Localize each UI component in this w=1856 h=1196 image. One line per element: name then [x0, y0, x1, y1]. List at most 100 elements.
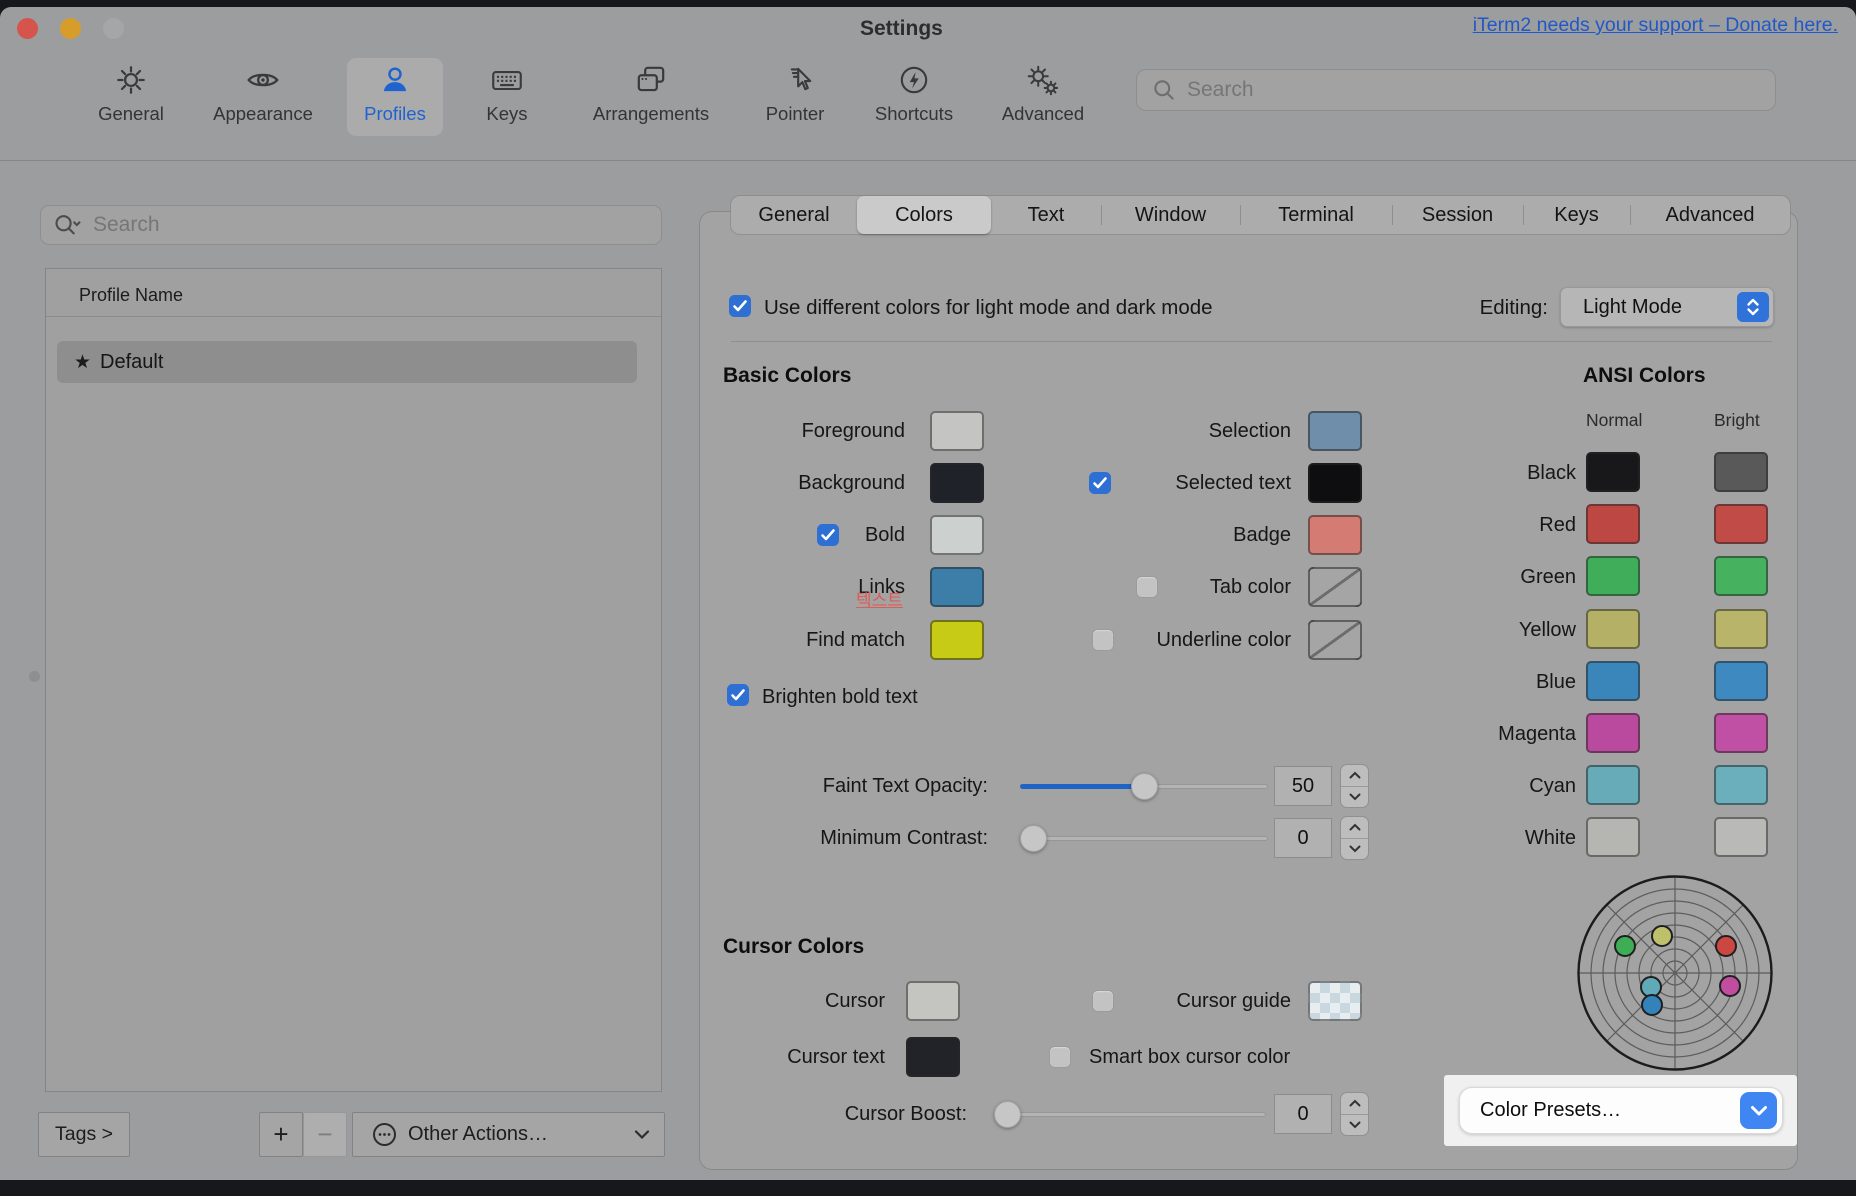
cursor-boost-knob[interactable]	[994, 1101, 1021, 1128]
ansi-label-red: Red	[1420, 515, 1576, 535]
tab-text[interactable]: Text	[991, 196, 1101, 234]
minimize-button[interactable]	[60, 18, 81, 39]
toolbar-item-advanced[interactable]: Advanced	[990, 58, 1096, 136]
ansi-black-bright-swatch[interactable]	[1714, 452, 1768, 492]
ansi-blue-normal-swatch[interactable]	[1586, 661, 1640, 701]
wheel-dot-blue[interactable]	[1641, 994, 1663, 1016]
badge-swatch[interactable]	[1308, 515, 1362, 555]
ansi-cyan-normal-swatch[interactable]	[1586, 765, 1640, 805]
selection-swatch[interactable]	[1308, 411, 1362, 451]
toolbar-item-shortcuts[interactable]: Shortcuts	[862, 58, 966, 136]
smart-box-checkbox[interactable]	[1049, 1046, 1071, 1068]
color-presets-label: Color Presets…	[1480, 1099, 1621, 1122]
cursor-boost-slider[interactable]	[994, 1112, 1266, 1117]
other-actions-dropdown[interactable]: Other Actions…	[352, 1112, 665, 1157]
ansi-cyan-bright-swatch[interactable]	[1714, 765, 1768, 805]
find-match-swatch[interactable]	[930, 620, 984, 660]
min-contrast-stepper[interactable]	[1340, 816, 1369, 860]
color-presets-dropdown[interactable]: Color Presets…	[1459, 1087, 1783, 1134]
min-contrast-value[interactable]: 0	[1274, 818, 1332, 858]
add-profile-button[interactable]: +	[259, 1112, 303, 1157]
profile-row-default[interactable]: ★ Default	[57, 341, 637, 383]
zoom-button[interactable]	[103, 18, 124, 39]
add-profile-label: +	[273, 1119, 288, 1150]
tab-advanced[interactable]: Advanced	[1630, 196, 1790, 234]
tab-terminal[interactable]: Terminal	[1240, 196, 1392, 234]
tab-window[interactable]: Window	[1101, 196, 1240, 234]
chevron-down-icon[interactable]	[1740, 1092, 1777, 1129]
stepper-up-icon[interactable]	[1341, 1093, 1368, 1115]
tab-colors[interactable]: Colors	[857, 196, 991, 234]
ansi-label-magenta: Magenta	[1420, 724, 1576, 744]
remove-profile-button[interactable]: −	[303, 1112, 347, 1157]
ansi-yellow-bright-swatch[interactable]	[1714, 609, 1768, 649]
links-swatch[interactable]	[930, 567, 984, 607]
faint-opacity-knob[interactable]	[1131, 773, 1158, 800]
selected-text-swatch[interactable]	[1308, 463, 1362, 503]
cursor-guide-swatch[interactable]	[1308, 981, 1362, 1021]
cursor-swatch[interactable]	[906, 981, 960, 1021]
toolbar-search[interactable]	[1136, 69, 1776, 111]
toolbar-search-input[interactable]	[1185, 77, 1699, 103]
tab-color-checkbox[interactable]	[1136, 576, 1158, 598]
tab-color-swatch[interactable]	[1308, 567, 1362, 607]
underline-color-checkbox[interactable]	[1092, 629, 1114, 651]
toolbar-item-pointer[interactable]: Pointer	[748, 58, 842, 136]
profile-search-input[interactable]	[91, 212, 591, 238]
tab-keys[interactable]: Keys	[1523, 196, 1630, 234]
profile-name: Default	[100, 351, 163, 374]
stepper-down-icon[interactable]	[1341, 839, 1368, 860]
profile-search[interactable]	[40, 205, 662, 245]
min-contrast-label: Minimum Contrast:	[700, 828, 988, 848]
editing-mode-popup[interactable]: Light Mode	[1560, 287, 1774, 327]
min-contrast-knob[interactable]	[1020, 825, 1047, 852]
ansi-green-bright-swatch[interactable]	[1714, 556, 1768, 596]
windows-icon	[632, 58, 670, 102]
underline-color-swatch[interactable]	[1308, 620, 1362, 660]
tags-button[interactable]: Tags >	[38, 1112, 130, 1157]
ansi-magenta-normal-swatch[interactable]	[1586, 713, 1640, 753]
light-dark-mode-checkbox[interactable]	[729, 295, 751, 317]
donate-link[interactable]: iTerm2 needs your support – Donate here.	[1473, 14, 1838, 37]
wheel-dot-red[interactable]	[1715, 935, 1737, 957]
bold-swatch[interactable]	[930, 515, 984, 555]
ansi-black-normal-swatch[interactable]	[1586, 452, 1640, 492]
close-button[interactable]	[17, 18, 38, 39]
toolbar-item-general[interactable]: General	[83, 58, 179, 136]
cursor-boost-value[interactable]: 0	[1274, 1094, 1332, 1134]
min-contrast-slider[interactable]	[1020, 836, 1268, 841]
cursor-label: Cursor	[700, 991, 885, 1011]
cursor-text-swatch[interactable]	[906, 1037, 960, 1077]
ansi-yellow-normal-swatch[interactable]	[1586, 609, 1640, 649]
stepper-up-icon[interactable]	[1341, 765, 1368, 787]
faint-opacity-stepper[interactable]	[1340, 764, 1369, 808]
foreground-swatch[interactable]	[930, 411, 984, 451]
toolbar-item-profiles[interactable]: Profiles	[347, 58, 443, 136]
tab-session[interactable]: Session	[1392, 196, 1523, 234]
stepper-down-icon[interactable]	[1341, 787, 1368, 808]
ansi-magenta-bright-swatch[interactable]	[1714, 713, 1768, 753]
cursor-boost-stepper[interactable]	[1340, 1092, 1369, 1136]
wheel-dot-yellow[interactable]	[1651, 925, 1673, 947]
tab-general[interactable]: General	[731, 196, 857, 234]
ansi-blue-bright-swatch[interactable]	[1714, 661, 1768, 701]
ansi-red-normal-swatch[interactable]	[1586, 504, 1640, 544]
ansi-white-normal-swatch[interactable]	[1586, 817, 1640, 857]
wheel-dot-green[interactable]	[1614, 935, 1636, 957]
cursor-guide-checkbox[interactable]	[1092, 990, 1114, 1012]
toolbar-item-appearance[interactable]: Appearance	[200, 58, 326, 136]
brighten-bold-checkbox[interactable]	[727, 684, 749, 706]
stepper-up-icon[interactable]	[1341, 817, 1368, 839]
toolbar-item-keys[interactable]: Keys	[470, 58, 544, 136]
wheel-dot-magenta[interactable]	[1719, 975, 1741, 997]
ansi-red-bright-swatch[interactable]	[1714, 504, 1768, 544]
faint-opacity-value[interactable]: 50	[1274, 766, 1332, 806]
links-annotation-text: 텍스트	[856, 586, 903, 611]
selected-text-checkbox[interactable]	[1089, 472, 1111, 494]
background-swatch[interactable]	[930, 463, 984, 503]
stepper-down-icon[interactable]	[1341, 1115, 1368, 1136]
ansi-green-normal-swatch[interactable]	[1586, 556, 1640, 596]
ansi-white-bright-swatch[interactable]	[1714, 817, 1768, 857]
toolbar-item-arrangements[interactable]: Arrangements	[576, 58, 726, 136]
color-wheel[interactable]	[1577, 875, 1773, 1071]
